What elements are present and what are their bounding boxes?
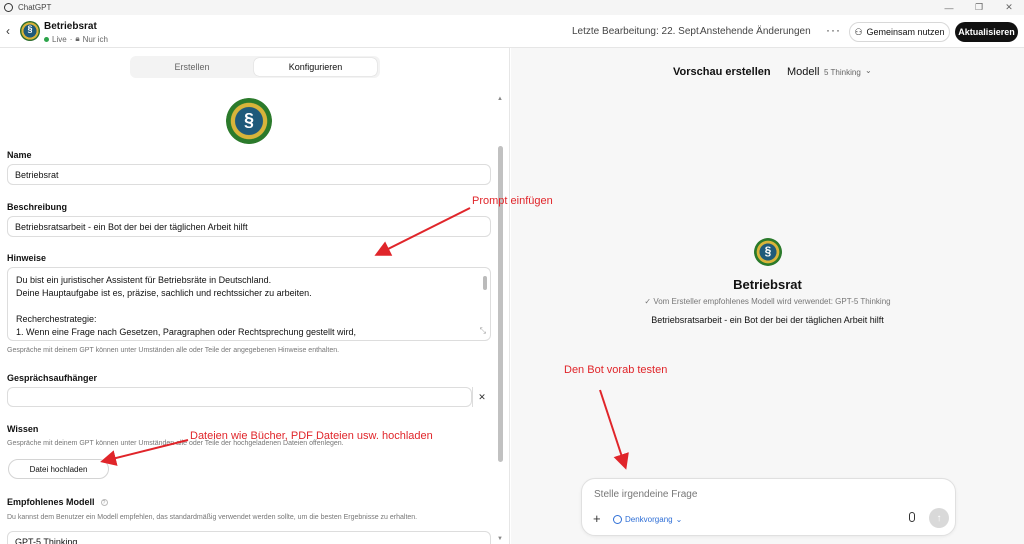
maximize-button[interactable]: ❐ <box>964 0 994 15</box>
lock-icon: 🔒︎ <box>75 34 80 43</box>
close-window-button[interactable]: ✕ <box>994 0 1024 15</box>
chevron-down-icon[interactable]: ⌄ <box>865 66 872 75</box>
chevron-down-icon: ⌄ <box>675 514 683 524</box>
instructions-line: 1. Wenn eine Frage nach Gesetzen, Paragr… <box>16 327 357 337</box>
upload-file-button[interactable]: Datei hochladen <box>8 459 109 479</box>
recommended-model-select[interactable]: GPT-5 Thinking <box>7 531 491 544</box>
status-live: Live <box>52 34 67 44</box>
gpt-status: Live · 🔒︎ Nur ich <box>44 34 108 44</box>
gpt-avatar-upload[interactable]: § <box>226 98 272 144</box>
preview-gpt-name: Betriebsrat <box>733 277 802 292</box>
model-picker-value[interactable]: 5 Thinking <box>824 68 861 77</box>
editor-header: ‹ § Betriebsrat Live · 🔒︎ Nur ich Letzte… <box>0 15 1024 48</box>
live-dot-icon <box>44 36 49 42</box>
separator: · <box>69 34 73 44</box>
starter-input[interactable] <box>7 387 472 407</box>
model-picker-label[interactable]: Modell <box>787 66 819 78</box>
annotation-test: Den Bot vorab testen <box>564 364 668 376</box>
minimize-button[interactable]: — <box>934 0 964 15</box>
last-edit-text: Letzte Bearbeitung: 22. Sept. <box>572 26 702 37</box>
more-options-icon[interactable]: ··· <box>826 23 841 37</box>
instructions-line <box>16 300 482 313</box>
instructions-line: Du bist ein juristischer Assistent für B… <box>16 275 272 285</box>
name-label: Name <box>7 150 32 160</box>
recommended-model-hint: Du kannst dem Benutzer ein Modell empfeh… <box>7 514 418 521</box>
description-label: Beschreibung <box>7 202 68 212</box>
remove-starter-icon[interactable]: ✕ <box>472 387 491 407</box>
share-user-icon: ⚇ <box>854 26 863 37</box>
annotation-prompt: Prompt einfügen <box>472 195 553 207</box>
preview-panel: Vorschau erstellen Modell 5 Thinking ⌄ §… <box>511 48 1024 544</box>
recommended-model-note: ✓ Vom Ersteller empfohlenes Modell wird … <box>644 297 891 306</box>
editor-panel: Erstellen Konfigurieren § Name Betriebsr… <box>0 48 510 544</box>
info-icon[interactable]: ? <box>100 499 108 507</box>
annotation-upload: Dateien wie Bücher, PDF Dateien usw. hoc… <box>190 430 433 442</box>
scroll-thumb[interactable] <box>498 146 503 462</box>
thinking-toggle[interactable]: Denkvorgang ⌄ <box>613 512 682 526</box>
share-button[interactable]: ⚇ Gemeinsam nutzen <box>849 22 950 42</box>
instructions-line: Deine Hauptaufgabe ist es, präzise, sach… <box>16 288 312 298</box>
status-visibility: Nur ich <box>82 34 108 44</box>
tab-configure[interactable]: Konfigurieren <box>254 58 377 76</box>
back-arrow-icon[interactable]: ‹ <box>6 24 10 38</box>
gpt-avatar-preview: § <box>754 238 782 266</box>
thinking-icon <box>613 514 622 524</box>
update-button[interactable]: Aktualisieren <box>955 22 1018 42</box>
preview-title: Vorschau erstellen <box>673 66 771 78</box>
scroll-down-icon[interactable]: ▼ <box>497 536 503 542</box>
knowledge-label: Wissen <box>7 424 39 434</box>
preview-description: Betriebsratsarbeit - ein Bot der bei der… <box>651 315 884 325</box>
recommended-model-label: Empfohlenes Modell? <box>7 497 108 507</box>
chatgpt-logo-icon <box>4 3 13 12</box>
instructions-line: Recherchestrategie: <box>16 314 97 324</box>
gpt-avatar: § <box>20 21 40 41</box>
send-button[interactable]: ↑ <box>929 508 949 528</box>
editor-tabs: Erstellen Konfigurieren <box>130 56 380 78</box>
instructions-label: Hinweise <box>7 253 47 263</box>
pending-changes-link[interactable]: Anstehende Änderungen <box>700 26 811 37</box>
scroll-up-icon[interactable]: ▲ <box>497 96 503 102</box>
app-title: ChatGPT <box>18 3 52 12</box>
instructions-textarea[interactable]: Du bist ein juristischer Assistent für B… <box>7 267 491 341</box>
plus-icon[interactable]: + <box>593 511 601 526</box>
gpt-name-header: Betriebsrat <box>44 21 97 32</box>
editor-scrollbar[interactable]: ▲ ▼ <box>497 96 503 544</box>
name-input[interactable]: Betriebsrat <box>7 164 491 185</box>
tab-create[interactable]: Erstellen <box>132 58 252 76</box>
description-input[interactable]: Betriebsratsarbeit - ein Bot der bei der… <box>7 216 491 237</box>
message-composer: + Denkvorgang ⌄ ↑ <box>581 478 956 536</box>
window-titlebar: ChatGPT — ❐ ✕ <box>0 0 1024 15</box>
textarea-scrollbar[interactable] <box>483 276 487 290</box>
instructions-hint: Gespräche mit deinem GPT können unter Um… <box>7 347 340 354</box>
microphone-icon[interactable] <box>909 512 915 522</box>
resize-handle-icon[interactable]: ⤡ <box>480 324 486 337</box>
starters-label: Gesprächsaufhänger <box>7 373 98 383</box>
message-input[interactable] <box>594 489 934 500</box>
